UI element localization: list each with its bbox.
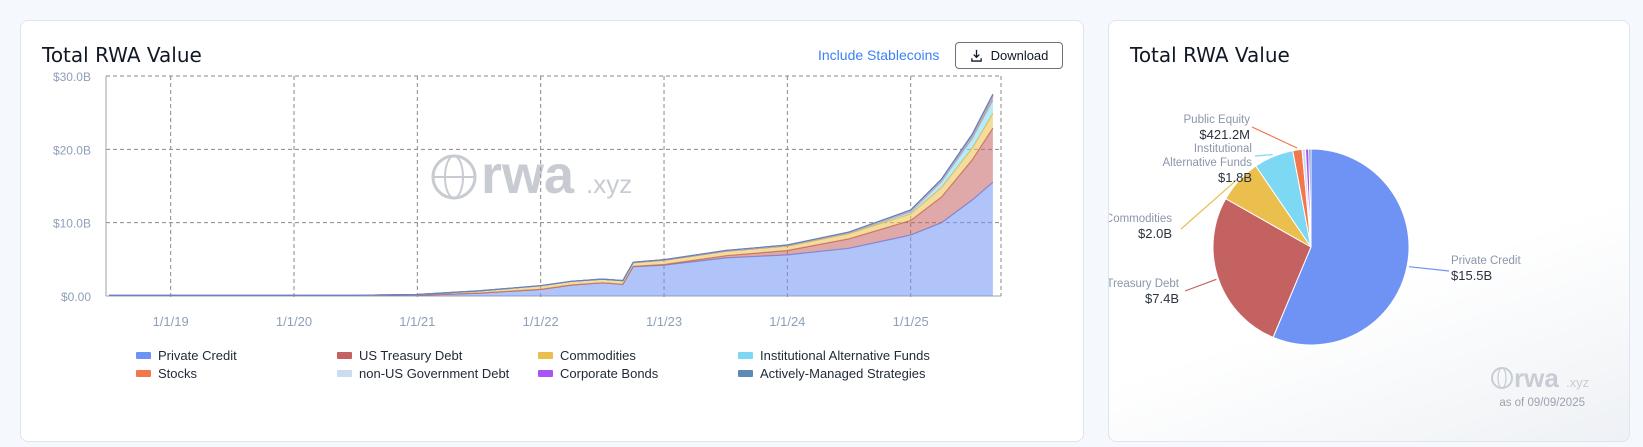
y-tick-label: $10.0B [53,217,91,231]
y-tick-label: $30.0B [53,70,91,84]
pie-slice-value: $7.4B [1145,291,1179,306]
rwa-watermark: rwa .xyz [431,145,632,205]
legend-item[interactable]: Stocks [136,366,197,381]
legend-item[interactable]: Private Credit [136,348,237,363]
pie-label-group: US Treasury Debt$7.4B [1109,278,1180,306]
legend-swatch [738,370,753,377]
pie-slice-label: Institutional [1194,143,1252,155]
legend-label: Private Credit [158,348,237,363]
globe-icon [1491,367,1513,389]
legend-swatch [136,352,151,359]
x-tick-label: 1/1/23 [646,314,682,329]
globe-icon-meridian [1497,367,1507,389]
legend-label: Stocks [158,366,198,381]
watermark-text: rwa [481,145,575,205]
pie-slice-label: Commodities [1109,213,1172,225]
legend-item[interactable]: Actively-Managed Strategies [738,366,925,381]
legend-swatch [337,370,352,377]
pie-label-group: Public Equity$421.2M [1184,114,1251,142]
pie-slice-label: US Treasury Debt [1109,278,1180,290]
x-tick-label: 1/1/21 [399,314,435,329]
legend-label: Actively-Managed Strategies [760,366,926,381]
pie-slice-label: Alternative Funds [1163,157,1253,169]
pie-label-group: Commodities$2.0B [1109,213,1172,241]
pie-slice-label: Private Credit [1451,255,1521,267]
pie-leader-line [1184,278,1217,292]
x-tick-label: 1/1/22 [523,314,559,329]
pie-leader-line [1408,266,1450,272]
area-chart: $0.00 $10.0B $20.0B $30.0B 1/1/19 1/1/20 1/1/2… [53,70,1002,329]
legend-item[interactable]: Commodities [538,348,636,363]
x-tick-label: 1/1/25 [893,314,929,329]
legend-item[interactable]: Corporate Bonds [538,366,658,381]
as-of-date: as of 09/09/2025 [1499,397,1585,409]
rwa-watermark-small: rwa .xyz [1491,363,1589,393]
y-tick-label: $0.00 [61,290,91,304]
legend-label: Institutional Alternative Funds [760,348,930,363]
legend-swatch [337,352,352,359]
x-tick-label: 1/1/19 [153,314,189,329]
pie-label-group: Private Credit$15.5B [1451,255,1521,283]
legend-label: Corporate Bonds [560,366,659,381]
legend-label: non-US Government Debt [359,366,510,381]
legend-item[interactable]: Institutional Alternative Funds [738,348,930,363]
watermark-suffix: .xyz [1566,375,1589,390]
pie-chart: Private Credit$15.5B US Treasury Debt$7.4… [1109,114,1589,409]
pie-slice-label: Public Equity [1184,114,1251,126]
watermark-suffix: .xyz [586,169,632,199]
watermark-text: rwa [1514,363,1559,393]
legend-label: Commodities [560,348,636,363]
legend-swatch [136,370,151,377]
rwa-pie-chart-card: Total RWA Value Private Credit$15.5BUS T… [1108,20,1630,442]
pie-leader-line [1254,154,1273,157]
legend-item[interactable]: non-US Government Debt [337,366,509,381]
rwa-area-chart-card: Total RWA Value Include Stablecoins Down… [20,20,1084,442]
y-tick-label: $20.0B [53,143,91,157]
legend-swatch [538,370,553,377]
legend-swatch [538,352,553,359]
pie-slice-value: $15.5B [1451,268,1492,283]
x-tick-label: 1/1/24 [769,314,805,329]
pie-slice-value: $2.0B [1138,226,1172,241]
x-tick-label: 1/1/20 [276,314,312,329]
pie-label-group: Institutional Alternative Funds$1.8B [1163,143,1253,185]
legend-item[interactable]: US Treasury Debt [337,348,462,363]
pie-slice-value: $421.2M [1199,127,1250,142]
legend-swatch [738,352,753,359]
pie-slice-value: $1.8B [1218,170,1252,185]
legend-label: US Treasury Debt [359,348,463,363]
pie-leader-line [1251,126,1298,149]
